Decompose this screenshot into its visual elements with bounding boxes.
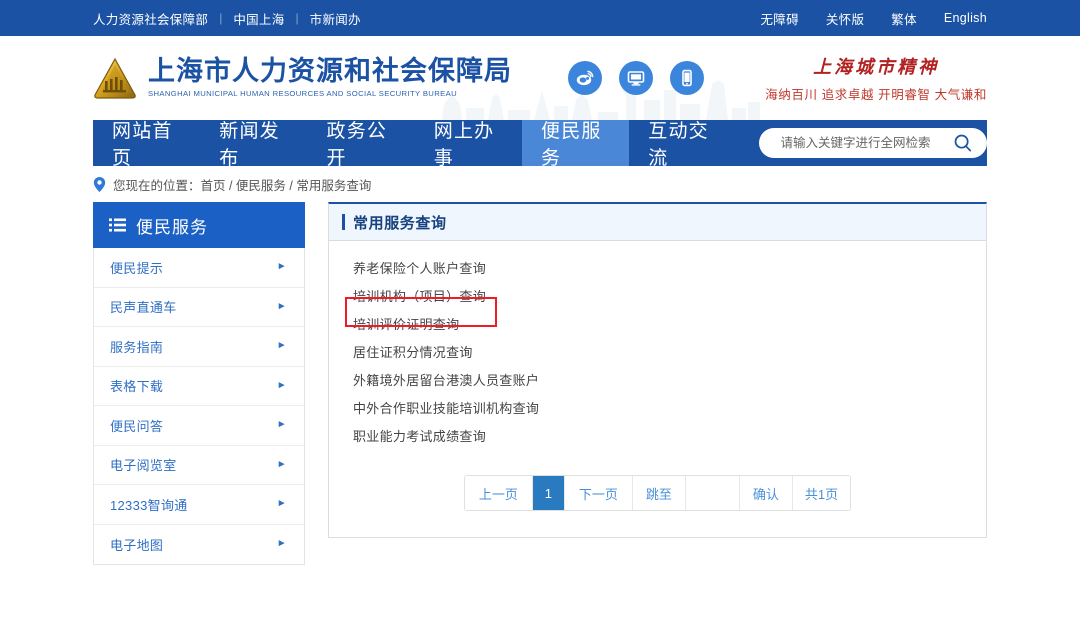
header-channel-icons — [568, 61, 704, 95]
sidebar-item-faq[interactable]: 便民问答 ► — [94, 406, 304, 446]
nav-item-online-services[interactable]: 网上办事 — [415, 120, 522, 169]
service-item-sino-foreign-training[interactable]: 中外合作职业技能培训机构查询 — [353, 395, 539, 423]
sidebar-item-tips[interactable]: 便民提示 ► — [94, 248, 304, 288]
search-button[interactable] — [953, 133, 973, 153]
main-panel: 常用服务查询 养老保险个人账户查询 培训机构（项目）查询 培训评价证明查询 居住… — [328, 202, 987, 538]
weibo-icon[interactable] — [568, 61, 602, 95]
sidebar-header: 便民服务 — [93, 202, 305, 248]
spirit-title: 上海城市精神 — [813, 57, 940, 78]
sidebar-item-label: 电子阅览室 — [110, 458, 177, 474]
sidebar-item-public-voice[interactable]: 民声直通车 ► — [94, 288, 304, 327]
sidebar-item-label: 电子地图 — [110, 537, 164, 553]
pagination-total-label: 共1页 — [792, 476, 851, 510]
pagination: 上一页 1 下一页 跳至 确认 共1页 — [463, 475, 852, 511]
page-content: 便民服务 便民提示 ► 民声直通车 ► 服务指南 ► 表格下载 ► 便民问答 ► — [93, 202, 987, 565]
nav-item-home[interactable]: 网站首页 — [93, 120, 200, 169]
logo-title-cn: 上海市人力资源和社会保障局 — [148, 55, 512, 87]
traditional-chinese-link[interactable]: 繁体 — [891, 9, 917, 28]
care-version-link[interactable]: 关怀版 — [826, 9, 864, 28]
topbar-separator: | — [219, 11, 223, 25]
search-input[interactable] — [778, 135, 954, 151]
sidebar-item-12333[interactable]: 12333智询通 ► — [94, 485, 304, 525]
city-spirit-slogan: 上海城市精神 海纳百川 追求卓越 开明睿智 大气谦和 — [765, 53, 987, 103]
emblem-icon — [94, 57, 136, 99]
service-item-residence-permit-points[interactable]: 居住证积分情况查询 — [353, 339, 473, 367]
panel-body: 养老保险个人账户查询 培训机构（项目）查询 培训评价证明查询 居住证积分情况查询… — [329, 241, 986, 537]
pagination-prev-button[interactable]: 上一页 — [464, 476, 533, 510]
sidebar-title: 便民服务 — [136, 217, 208, 238]
accessibility-link[interactable]: 无障碍 — [760, 9, 798, 28]
topbar-link-shanghai[interactable]: 中国上海 — [233, 9, 284, 28]
english-link[interactable]: English — [944, 11, 987, 25]
breadcrumb: 您现在的位置： 首页 / 便民服务 / 常用服务查询 — [93, 166, 987, 202]
sidebar-item-form-download[interactable]: 表格下载 ► — [94, 367, 304, 406]
sidebar-item-label: 便民问答 — [110, 418, 164, 434]
topbar-separator: | — [295, 11, 299, 25]
nav-item-news[interactable]: 新闻发布 — [200, 120, 307, 169]
site-search — [758, 128, 988, 158]
nav-item-interaction[interactable]: 互动交流 — [629, 120, 736, 169]
sidebar-item-label: 民声直通车 — [110, 300, 177, 316]
pagination-jump-input[interactable] — [685, 476, 740, 510]
sidebar-item-label: 服务指南 — [110, 339, 164, 355]
sidebar-menu: 便民提示 ► 民声直通车 ► 服务指南 ► 表格下载 ► 便民问答 ► 电子阅览… — [93, 248, 305, 565]
service-item-vocational-exam-results[interactable]: 职业能力考试成绩查询 — [353, 423, 486, 451]
pagination-jump-label: 跳至 — [632, 476, 686, 510]
service-item-foreign-resident-account[interactable]: 外籍境外居留台港澳人员查账户 — [353, 367, 539, 395]
nav-item-government-affairs[interactable]: 政务公开 — [308, 120, 415, 169]
service-item-training-certificate[interactable]: 培训评价证明查询 — [353, 311, 459, 339]
location-pin-icon — [93, 176, 106, 192]
breadcrumb-trail[interactable]: 首页 / 便民服务 / 常用服务查询 — [201, 175, 372, 194]
breadcrumb-label: 您现在的位置： — [113, 178, 201, 193]
site-header: 上海市人力资源和社会保障局 SHANGHAI MUNICIPAL HUMAN R… — [0, 36, 1080, 120]
chevron-right-icon: ► — [276, 340, 287, 352]
page-title: 常用服务查询 — [353, 213, 447, 232]
mobile-icon[interactable] — [670, 61, 704, 95]
logo-title-en: SHANGHAI MUNICIPAL HUMAN RESOURCES AND S… — [148, 89, 457, 99]
sidebar-item-e-map[interactable]: 电子地图 ► — [94, 525, 304, 565]
title-accent-bar — [342, 214, 345, 230]
site-logo[interactable]: 上海市人力资源和社会保障局 SHANGHAI MUNICIPAL HUMAN R… — [93, 57, 512, 99]
sidebar-item-e-reading-room[interactable]: 电子阅览室 ► — [94, 446, 304, 485]
sidebar: 便民服务 便民提示 ► 民声直通车 ► 服务指南 ► 表格下载 ► 便民问答 ► — [93, 202, 305, 565]
pagination-confirm-button[interactable]: 确认 — [739, 476, 793, 510]
chevron-right-icon: ► — [276, 458, 287, 470]
sidebar-item-label: 12333智询通 — [110, 497, 188, 513]
pagination-page-1[interactable]: 1 — [532, 476, 565, 510]
sidebar-item-service-guide[interactable]: 服务指南 ► — [94, 327, 304, 367]
main-navigation: 网站首页 新闻发布 政务公开 网上办事 便民服务 互动交流 — [93, 120, 988, 169]
panel-header: 常用服务查询 — [329, 204, 986, 241]
service-link-list: 养老保险个人账户查询 培训机构（项目）查询 培训评价证明查询 居住证积分情况查询… — [329, 255, 986, 451]
pagination-next-button[interactable]: 下一页 — [564, 476, 633, 510]
chevron-right-icon: ► — [276, 300, 287, 312]
pagination-container: 上一页 1 下一页 跳至 确认 共1页 — [329, 451, 986, 537]
spirit-subtitle: 海纳百川 追求卓越 开明睿智 大气谦和 — [765, 88, 987, 102]
search-icon — [954, 134, 972, 152]
topbar-link-press-office[interactable]: 市新闻办 — [310, 9, 361, 28]
desktop-icon[interactable] — [619, 61, 653, 95]
topbar-link-group: 人力资源社会保障部 | 中国上海 | 市新闻办 — [93, 9, 361, 28]
topbar-link-mohrss[interactable]: 人力资源社会保障部 — [93, 9, 208, 28]
nav-item-public-services[interactable]: 便民服务 — [522, 120, 630, 169]
topbar-options-group: 无障碍 关怀版 繁体 English — [733, 9, 987, 28]
top-utility-bar: 人力资源社会保障部 | 中国上海 | 市新闻办 无障碍 关怀版 繁体 Engli… — [0, 0, 1080, 36]
service-item-training-institution[interactable]: 培训机构（项目）查询 — [353, 283, 486, 311]
service-item-pension-account[interactable]: 养老保险个人账户查询 — [353, 255, 486, 283]
chevron-right-icon: ► — [276, 261, 287, 273]
sidebar-item-label: 便民提示 — [110, 260, 164, 276]
chevron-right-icon: ► — [276, 419, 287, 431]
chevron-right-icon: ► — [276, 379, 287, 391]
sidebar-item-label: 表格下载 — [110, 379, 164, 395]
chevron-right-icon: ► — [276, 498, 287, 510]
chevron-right-icon: ► — [276, 538, 287, 550]
list-menu-icon — [109, 218, 126, 232]
